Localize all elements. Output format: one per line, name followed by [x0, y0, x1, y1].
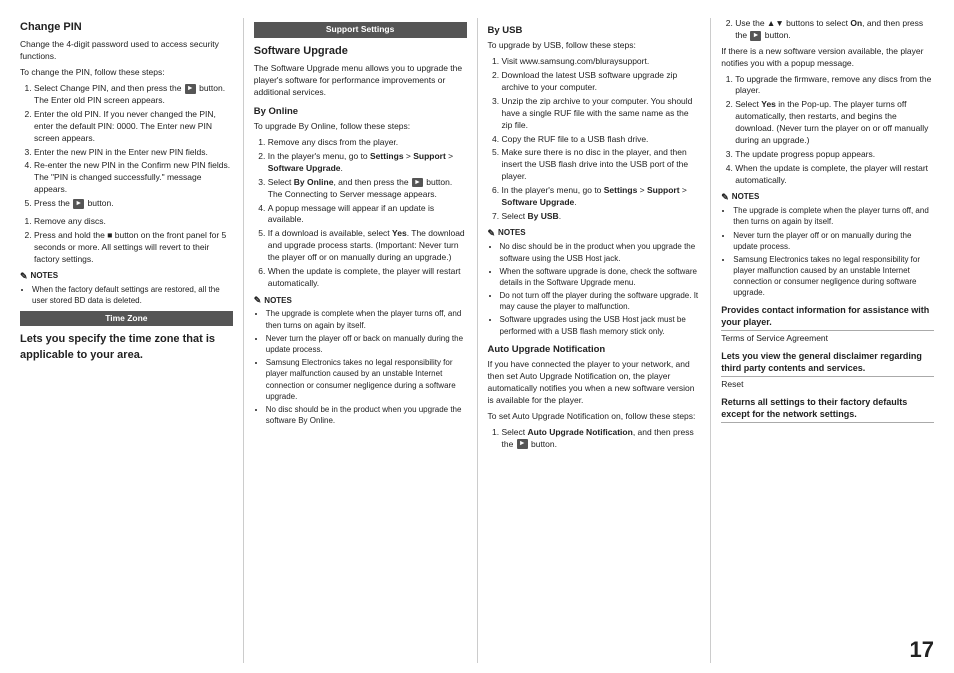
fw-step-1: To upgrade the firmware, remove any disc…	[735, 74, 934, 98]
notes-label-1: NOTES	[20, 270, 233, 283]
column-4: Use the ▲▼ buttons to select On, and the…	[711, 18, 934, 663]
page-number: 17	[910, 637, 934, 663]
column-3: By USB To upgrade by USB, follow these s…	[478, 18, 712, 663]
change-pin-intro: To change the PIN, follow these steps:	[20, 67, 233, 79]
change-pin-step-3: Enter the new PIN in the Enter new PIN f…	[34, 147, 233, 159]
by-usb-heading: By USB	[488, 24, 701, 37]
note-4-1: The upgrade is complete when the player …	[733, 205, 934, 227]
auto-step-1: Select Auto Upgrade Notification, and th…	[502, 427, 701, 451]
notes-list-2: The upgrade is complete when the player …	[266, 308, 467, 426]
note-2-3: Samsung Electronics takes no legal respo…	[266, 357, 467, 402]
note-3-1: No disc should be in the product when yo…	[500, 241, 701, 263]
auto-upgrade-heading: Auto Upgrade Notification	[488, 343, 701, 356]
page: Change PIN Change the 4-digit password u…	[0, 0, 954, 673]
forget-password-steps: Remove any discs. Press and hold the ■ b…	[34, 216, 233, 266]
notes-label-2: NOTES	[254, 294, 467, 307]
note-2-1: The upgrade is complete when the player …	[266, 308, 467, 330]
notes-label-4: NOTES	[721, 191, 934, 204]
by-online-steps: Remove any discs from the player. In the…	[268, 137, 467, 290]
forget-step-1: Remove any discs.	[34, 216, 233, 228]
usb-step-7: Select By USB.	[502, 211, 701, 223]
support-settings-header: Support Settings	[254, 22, 467, 38]
usb-step-5: Make sure there is no disc in the player…	[502, 147, 701, 183]
usb-step-6: In the player's menu, go to Settings > S…	[502, 185, 701, 209]
note-3-3: Do not turn off the player during the so…	[500, 290, 701, 312]
change-pin-heading: Change PIN	[20, 20, 233, 35]
online-step-1: Remove any discs from the player.	[268, 137, 467, 149]
auto-upgrade-desc1: If you have connected the player to your…	[488, 359, 701, 407]
online-step-5: If a download is available, select Yes. …	[268, 228, 467, 264]
note-1-1: When the factory default settings are re…	[32, 284, 233, 306]
contact-samsung-heading: Provides contact information for assista…	[721, 304, 934, 331]
change-pin-desc: Change the 4-digit password used to acce…	[20, 39, 233, 63]
menu-icon-4: ►	[517, 439, 528, 449]
firmware-upgrade-steps: To upgrade the firmware, remove any disc…	[735, 74, 934, 187]
note-4-3: Samsung Electronics takes no legal respo…	[733, 254, 934, 299]
by-usb-steps: Visit www.samsung.com/bluraysupport. Dow…	[502, 56, 701, 223]
software-upgrade-desc: The Software Upgrade menu allows you to …	[254, 63, 467, 99]
content-columns: Change PIN Change the 4-digit password u…	[20, 18, 934, 663]
online-step-3: Select By Online, and then press the ► b…	[268, 177, 467, 201]
forget-step-2: Press and hold the ■ button on the front…	[34, 230, 233, 266]
note-3-2: When the software upgrade is done, check…	[500, 266, 701, 288]
note-3-4: Software upgrades using the USB Host jac…	[500, 314, 701, 336]
note-2-4: No disc should be in the product when yo…	[266, 404, 467, 426]
fw-step-4: When the update is complete, the player …	[735, 163, 934, 187]
notes-list-1: When the factory default settings are re…	[32, 284, 233, 306]
software-upgrade-heading: Software Upgrade	[254, 44, 467, 59]
menu-icon-2: ►	[73, 199, 84, 209]
column-1: Change PIN Change the 4-digit password u…	[20, 18, 244, 663]
online-step-2: In the player's menu, go to Settings > S…	[268, 151, 467, 175]
by-usb-intro: To upgrade by USB, follow these steps:	[488, 40, 701, 52]
note-4-2: Never turn the player off or on manually…	[733, 230, 934, 252]
change-pin-steps: Select Change PIN, and then press the ► …	[34, 83, 233, 210]
usb-step-2: Download the latest USB software upgrade…	[502, 70, 701, 94]
fw-step-2: Select Yes in the Pop-up. The player tur…	[735, 99, 934, 147]
general-settings-header: Time Zone	[20, 311, 233, 327]
usb-step-3: Unzip the zip archive to your computer. …	[502, 96, 701, 132]
notes-label-3: NOTES	[488, 227, 701, 240]
auto-upgrade-steps: Select Auto Upgrade Notification, and th…	[502, 427, 701, 451]
contact-samsung-desc: Terms of Service Agreement	[721, 333, 934, 345]
notes-list-3: No disc should be in the product when yo…	[500, 241, 701, 337]
time-zone-heading: Lets you specify the time zone that is a…	[20, 332, 233, 363]
menu-icon-1: ►	[185, 84, 196, 94]
reset-heading: Returns all settings to their factory de…	[721, 396, 934, 423]
column-2: Support Settings Software Upgrade The So…	[244, 18, 478, 663]
online-step-4: A popup message will appear if an update…	[268, 203, 467, 227]
change-pin-step-2: Enter the old PIN. If you never changed …	[34, 109, 233, 145]
usb-step-1: Visit www.samsung.com/bluraysupport.	[502, 56, 701, 68]
usb-step-4: Copy the RUF file to a USB flash drive.	[502, 134, 701, 146]
change-pin-step-5: Press the ► button.	[34, 198, 233, 210]
popup-notify-desc: If there is a new software version avail…	[721, 46, 934, 70]
by-online-heading: By Online	[254, 105, 467, 118]
terms-desc: Reset	[721, 379, 934, 391]
fw-step-3: The update progress popup appears.	[735, 149, 934, 161]
terms-heading: Lets you view the general disclaimer reg…	[721, 350, 934, 377]
menu-icon-3: ►	[412, 178, 423, 188]
auto-upgrade-desc2: To set Auto Upgrade Notification on, fol…	[488, 411, 701, 423]
by-online-intro: To upgrade By Online, follow these steps…	[254, 121, 467, 133]
notes-list-4: The upgrade is complete when the player …	[733, 205, 934, 299]
change-pin-step-1: Select Change PIN, and then press the ► …	[34, 83, 233, 107]
note-2-2: Never turn the player off or back on man…	[266, 333, 467, 355]
auto-upgrade-steps-cont: Use the ▲▼ buttons to select On, and the…	[735, 18, 934, 42]
online-step-6: When the update is complete, the player …	[268, 266, 467, 290]
auto-step-2: Use the ▲▼ buttons to select On, and the…	[735, 18, 934, 42]
change-pin-step-4: Re-enter the new PIN in the Confirm new …	[34, 160, 233, 196]
menu-icon-5: ►	[750, 31, 761, 41]
